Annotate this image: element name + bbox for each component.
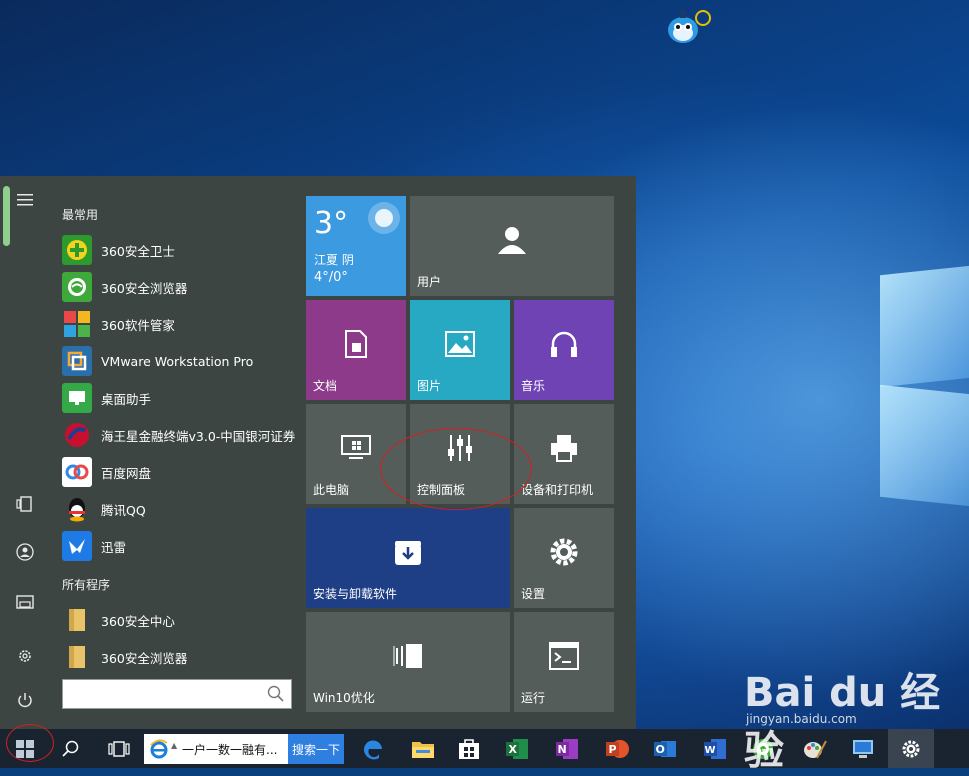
search-icon [62, 740, 79, 757]
user-tile[interactable]: 用户 [410, 196, 614, 296]
svg-text:P: P [609, 743, 617, 756]
app-list: 最常用 360安全卫士 360安全浏览器 360软件管家 VMware Work… [52, 176, 302, 729]
ie-search-button[interactable]: 搜索一下 [288, 734, 344, 764]
powerpoint-taskbar-button[interactable]: P [594, 729, 640, 768]
install-box-icon [395, 541, 421, 565]
computer-icon [341, 435, 371, 459]
powerpoint-icon: P [606, 739, 629, 758]
file-explorer-rail-icon[interactable] [13, 590, 37, 614]
start-menu: 最常用 360安全卫士 360安全浏览器 360软件管家 VMware Work… [0, 176, 636, 729]
user-icon [498, 227, 526, 254]
list-item[interactable]: 百度网盘 [62, 455, 302, 489]
svg-text:N: N [558, 743, 567, 756]
list-item[interactable]: VMware Workstation Pro [62, 344, 302, 378]
folder-icon [62, 605, 92, 635]
word-taskbar-button[interactable]: W [692, 729, 738, 768]
documents-tile[interactable]: 文档 [306, 300, 406, 400]
search-icon [267, 685, 284, 702]
ie-address-box[interactable]: ▲ 一户一数一融有... [144, 734, 288, 764]
install-uninstall-tile[interactable]: 安装与卸载软件 [306, 508, 510, 608]
outlook-icon: O [654, 740, 676, 757]
control-panel-tile[interactable]: 控制面板 [410, 404, 510, 504]
optimize-icon [393, 644, 422, 668]
baidu-netdisk-icon [62, 457, 92, 487]
run-tile[interactable]: 运行 [514, 612, 614, 712]
headphones-icon [551, 331, 577, 357]
list-item[interactable]: 360安全浏览器 [62, 270, 302, 304]
ie-icon [150, 739, 168, 759]
music-tile[interactable]: 音乐 [514, 300, 614, 400]
word-icon: W [704, 738, 726, 759]
baidu-jingyan-watermark: Bai du 经验 jingyan.baidu.com [742, 660, 966, 774]
svg-text:O: O [656, 743, 665, 756]
windows-logo-wallpaper [880, 264, 969, 510]
this-pc-tile[interactable]: 此电脑 [306, 404, 406, 504]
neptune-finance-icon [62, 420, 92, 450]
list-item[interactable]: 360软件管家 [62, 307, 302, 341]
list-item[interactable]: 桌面助手 [62, 381, 302, 415]
sun-icon [368, 202, 400, 234]
picture-icon [445, 331, 475, 357]
gear-icon [550, 538, 578, 566]
list-item[interactable]: 腾讯QQ [62, 492, 302, 526]
sliders-icon [448, 435, 472, 461]
weather-city: 江夏 阴 [314, 253, 354, 267]
list-item[interactable]: 360安全浏览器 [62, 640, 302, 674]
file-explorer-icon [412, 741, 434, 758]
list-item[interactable]: 海王星金融终端v3.0-中国银河证券 [62, 418, 302, 452]
folder-icon [62, 642, 92, 672]
watermark-url: jingyan.baidu.com [746, 712, 857, 726]
excel-taskbar-button[interactable]: X [494, 729, 540, 768]
360-software-manager-icon [62, 309, 92, 339]
list-item[interactable]: 360安全中心 [62, 603, 302, 637]
run-icon [549, 642, 579, 670]
vmware-icon [62, 346, 92, 376]
printer-icon [551, 435, 577, 462]
store-icon [459, 738, 479, 759]
task-view-rail-icon[interactable] [13, 492, 37, 516]
svg-text:X: X [509, 743, 518, 756]
store-taskbar-button[interactable] [446, 729, 492, 768]
desktop-assistant-icon [62, 383, 92, 413]
weather-tile[interactable]: 3° 江夏 阴 4°/0° [306, 196, 406, 296]
onenote-taskbar-button[interactable]: N [544, 729, 590, 768]
edge-taskbar-button[interactable] [350, 729, 396, 768]
all-programs-title: 所有程序 [62, 578, 111, 592]
user-account-icon[interactable] [13, 540, 37, 564]
ie-address-text: 一户一数一融有... [182, 743, 278, 757]
dropdown-arrow-icon[interactable]: ▲ [171, 741, 177, 750]
power-icon[interactable] [13, 688, 37, 712]
xunlei-icon [62, 531, 92, 561]
hamburger-menu-icon[interactable] [13, 188, 37, 212]
taskbar-search-button[interactable] [48, 729, 94, 768]
weather-temp: 3° [314, 206, 349, 241]
task-view-button[interactable] [96, 729, 142, 768]
onenote-icon: N [556, 738, 578, 759]
start-search-input[interactable] [62, 679, 292, 709]
pictures-tile[interactable]: 图片 [410, 300, 510, 400]
360-browser-icon [62, 272, 92, 302]
weather-range: 4°/0° [314, 270, 348, 285]
360-safe-guard-icon [62, 235, 92, 265]
devices-printers-tile[interactable]: 设备和打印机 [514, 404, 614, 504]
settings-tile[interactable]: 设置 [514, 508, 614, 608]
task-view-icon [108, 740, 130, 757]
outlook-taskbar-button[interactable]: O [642, 729, 688, 768]
start-button[interactable] [2, 729, 48, 768]
file-explorer-taskbar-button[interactable] [400, 729, 446, 768]
windows-icon [16, 739, 34, 758]
win10-optimize-tile[interactable]: Win10优化 [306, 612, 510, 712]
list-item[interactable]: 360安全卫士 [62, 233, 302, 267]
desktop-pet-icon[interactable] [666, 8, 712, 44]
settings-rail-icon[interactable] [13, 644, 37, 668]
most-used-title: 最常用 [62, 208, 99, 222]
list-item[interactable]: 迅雷 [62, 529, 302, 563]
qq-icon [62, 494, 92, 524]
excel-icon: X [506, 738, 528, 759]
svg-text:W: W [705, 745, 716, 756]
document-icon [345, 330, 367, 358]
edge-icon [363, 739, 382, 759]
scrollbar-indicator[interactable] [3, 186, 10, 246]
start-menu-rail [0, 176, 50, 729]
